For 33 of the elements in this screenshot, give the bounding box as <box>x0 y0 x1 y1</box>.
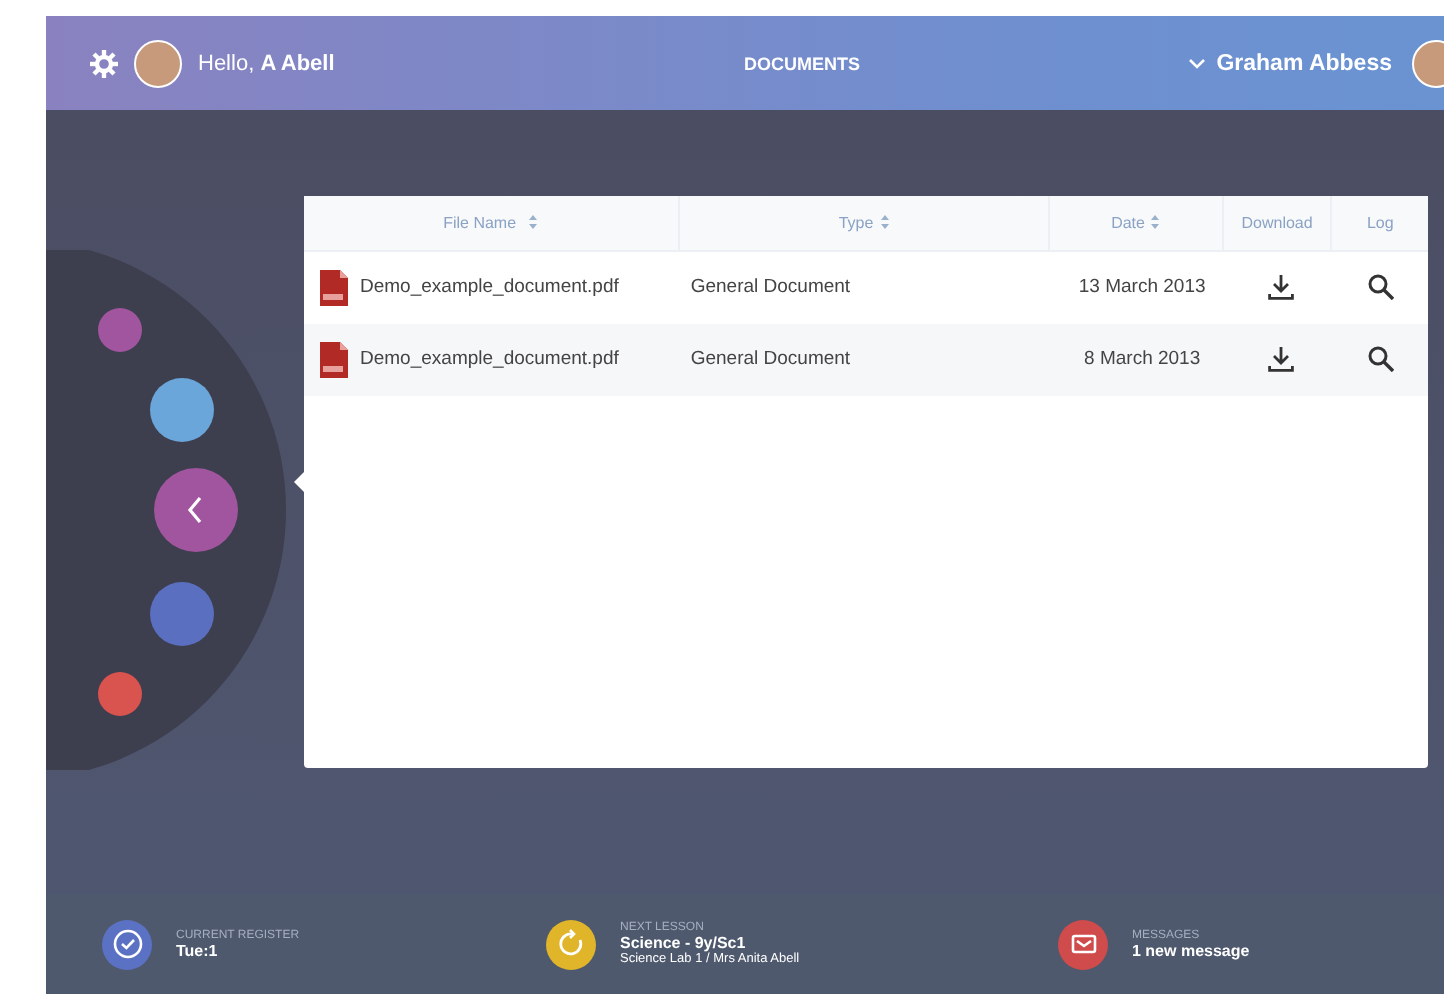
table-cell-text: 8 March 2013 <box>1082 348 1203 370</box>
footer-value: 1 new message <box>1132 941 1250 959</box>
column-header[interactable]: Date <box>1050 195 1224 249</box>
settings-icon[interactable] <box>90 49 118 77</box>
search-icon[interactable] <box>1367 274 1394 300</box>
user-name[interactable]: Graham Abbess <box>1216 51 1392 75</box>
search-icon[interactable] <box>1367 346 1394 372</box>
download-icon[interactable] <box>1267 274 1294 300</box>
column-header[interactable]: File Name <box>304 195 680 249</box>
sort-icon[interactable] <box>879 214 890 230</box>
check-circle-icon[interactable] <box>102 919 152 969</box>
sort-icon[interactable] <box>1150 214 1161 230</box>
file-name[interactable]: Demo_example_document.pdf <box>360 348 619 370</box>
download-icon[interactable] <box>1267 346 1294 372</box>
refresh-icon[interactable] <box>546 919 596 969</box>
column-header: Download <box>1223 195 1333 249</box>
chevron-left-icon <box>186 496 206 524</box>
avatar <box>134 39 182 87</box>
table-cell-text: 13 March 2013 <box>1076 276 1208 298</box>
envelope-icon[interactable] <box>1058 919 1108 969</box>
column-header: Log <box>1364 211 1396 236</box>
column-header[interactable]: Type <box>679 195 1051 249</box>
pdf-file-icon <box>320 341 348 377</box>
sort-icon[interactable] <box>528 214 539 230</box>
pdf-file-icon <box>320 269 348 305</box>
footer-value: Science - 9y/Sc1 <box>620 934 748 952</box>
file-name[interactable]: Demo_example_document.pdf <box>360 276 619 298</box>
page-title: DOCUMENTS <box>742 53 862 73</box>
chevron-down-icon[interactable] <box>1188 57 1207 69</box>
table-cell-text: General Document <box>690 348 853 370</box>
footer-value: Tue:1 <box>176 941 220 959</box>
table-cell-text: General Document <box>690 276 853 298</box>
greeting-text: Hello, A Abell <box>198 51 335 75</box>
